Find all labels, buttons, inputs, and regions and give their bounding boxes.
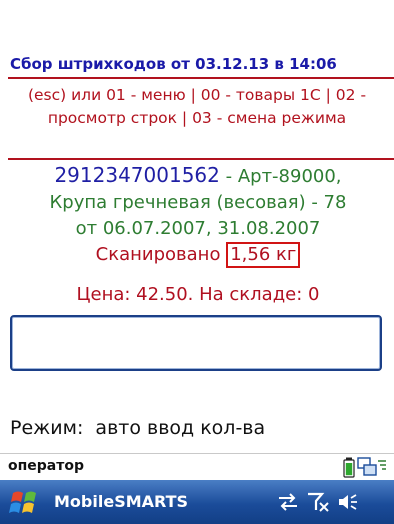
divider [8, 77, 394, 79]
battery-icon [343, 457, 355, 478]
connection-icon [357, 457, 386, 476]
status-bar: оператор [0, 453, 394, 480]
windows-start-icon[interactable] [8, 489, 42, 517]
scan-info: 2912347001562 - Арт-89000, Крупа гречнев… [6, 162, 390, 268]
operator-label: оператор [8, 458, 85, 474]
active-app-title[interactable]: MobileSMARTS [54, 492, 188, 511]
scanned-weight: 1,56 кг [226, 242, 301, 268]
barcode-input[interactable] [10, 315, 382, 371]
price-stock-line: Цена: 42.50. На складе: 0 [76, 285, 320, 303]
taskbar: MobileSMARTS [0, 480, 394, 524]
barcode-value: 2912347001562 [54, 163, 220, 187]
product-name: Крупа гречневая (весовая) - 78 [49, 192, 347, 213]
page-title: Сбор штрихкодов от 03.12.13 в 14:06 [10, 55, 337, 73]
mode-label: Режим: авто ввод кол-ва [10, 417, 266, 439]
product-dates: от 06.07.2007, 31.08.2007 [75, 218, 321, 239]
signal-off-icon[interactable] [306, 491, 330, 513]
barcode-line: 2912347001562 - Арт-89000, [6, 162, 390, 190]
article-number: Арт-89000, [237, 166, 342, 187]
help-hint: (esc) или 01 - меню | 00 - товары 1С | 0… [27, 86, 367, 127]
scanned-line: Сканировано 1,56 кг [6, 242, 390, 268]
scanned-label: Сканировано [95, 244, 221, 265]
divider [8, 158, 394, 160]
status-icons [343, 457, 386, 478]
volume-icon[interactable] [336, 491, 360, 513]
barcode-separator: - [219, 166, 238, 187]
sync-arrows-icon[interactable] [276, 491, 300, 513]
